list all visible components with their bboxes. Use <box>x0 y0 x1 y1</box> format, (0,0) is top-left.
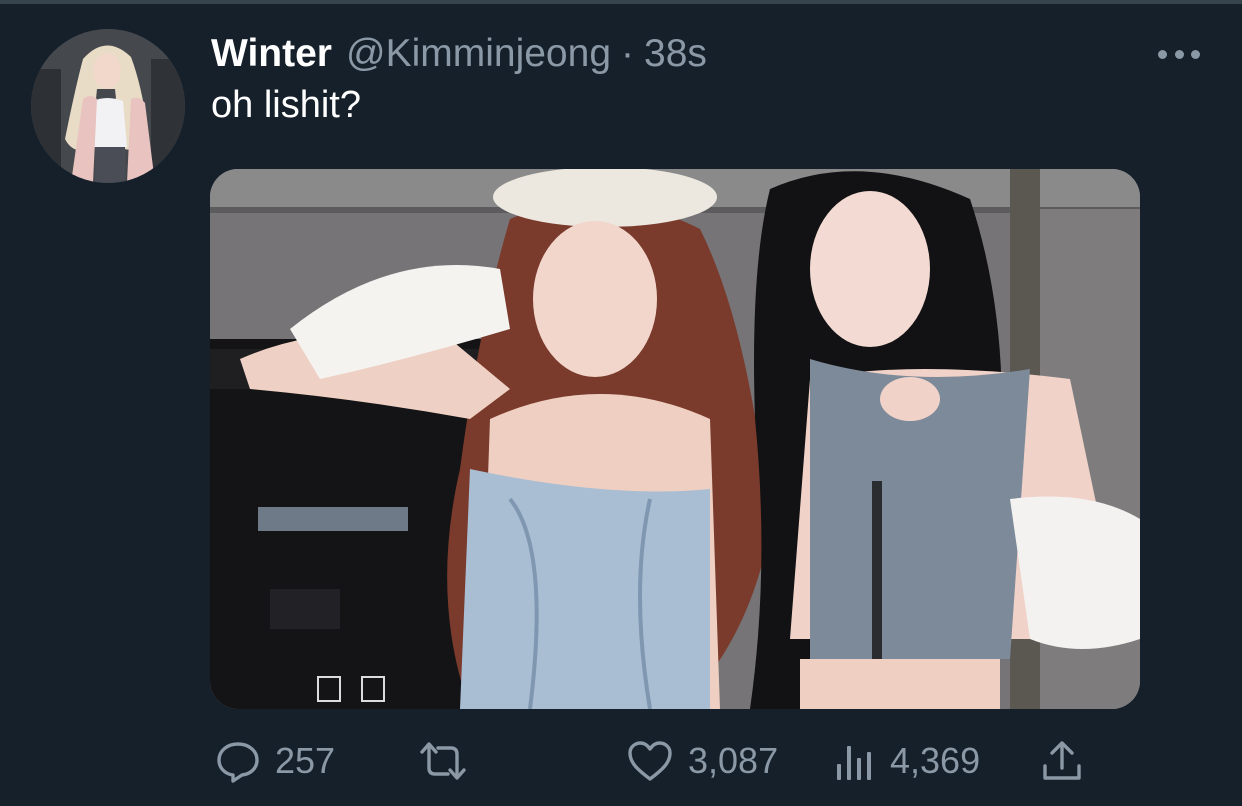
display-name[interactable]: Winter <box>211 32 332 76</box>
action-bar: 257 3,087 4,369 <box>0 726 1242 796</box>
tweet-photo[interactable] <box>210 169 1140 709</box>
more-dot <box>1158 49 1167 59</box>
more-options-icon[interactable] <box>1158 40 1200 68</box>
like-count: 3,087 <box>688 740 779 781</box>
retweet-icon <box>414 738 472 784</box>
share-icon <box>1040 738 1084 784</box>
views-button[interactable]: 4,369 <box>834 726 980 796</box>
reply-icon <box>215 738 261 784</box>
like-button[interactable]: 3,087 <box>626 726 778 796</box>
tweet-header: Winter @Kimminjeong · 38s <box>211 32 707 80</box>
separator-dot: · <box>621 32 635 75</box>
reply-button[interactable]: 257 <box>215 726 335 796</box>
retweet-button[interactable] <box>414 726 472 796</box>
more-dot <box>1191 49 1200 59</box>
more-dot <box>1174 49 1184 59</box>
tweet-text: oh lishit? <box>211 84 361 126</box>
tweet[interactable]: Winter @Kimminjeong · 38s oh lishit? 257… <box>0 0 1242 806</box>
timestamp[interactable]: 38s <box>644 32 707 76</box>
share-button[interactable] <box>1040 726 1084 796</box>
views-count: 4,369 <box>890 740 981 781</box>
like-icon <box>626 738 674 784</box>
avatar[interactable] <box>31 29 185 183</box>
views-icon <box>834 738 876 784</box>
user-handle[interactable]: @Kimminjeong <box>346 32 611 76</box>
reply-count: 257 <box>275 740 336 781</box>
